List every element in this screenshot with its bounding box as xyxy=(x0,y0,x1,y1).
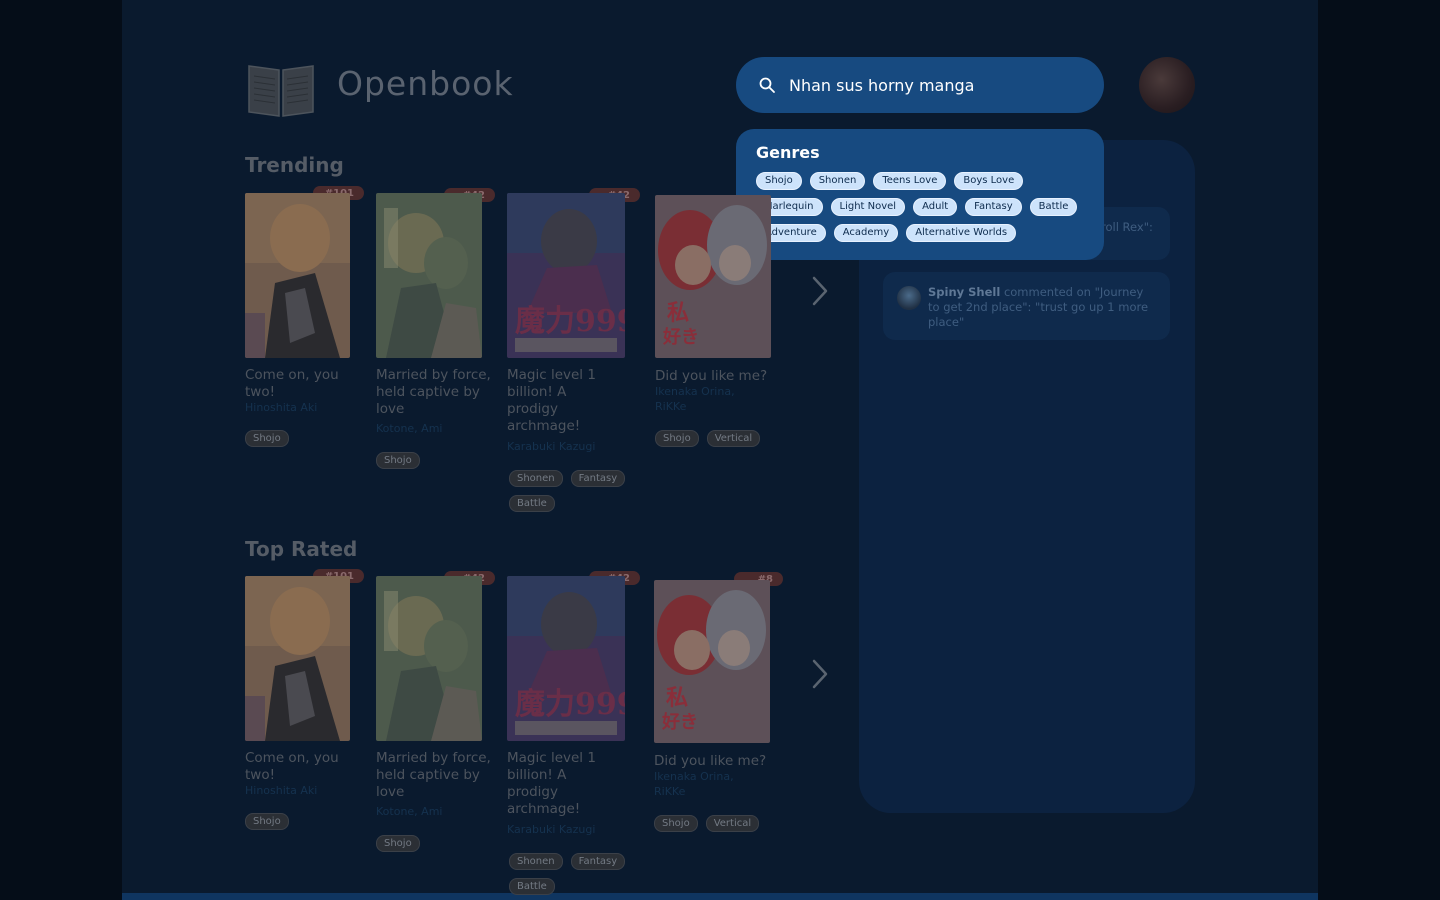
book-cover[interactable]: 私 好き xyxy=(655,195,771,358)
book-card[interactable]: #42 Married by force, held captive by lo… xyxy=(376,568,496,858)
book-tags: Shonen Fantasy Battle xyxy=(509,853,634,895)
book-tags: Shojo xyxy=(376,835,486,852)
search-icon xyxy=(759,77,775,93)
activity-user[interactable]: Spiny Shell xyxy=(928,285,1000,299)
tag[interactable]: Shojo xyxy=(376,835,420,852)
book-card[interactable]: #8 私 好き Did you like me? Ikenaka Orina, … xyxy=(654,568,784,838)
book-author[interactable]: Ikenaka Orina, RiKKe xyxy=(655,384,755,414)
tag[interactable]: Battle xyxy=(509,878,555,895)
book-tags: Shojo Vertical xyxy=(654,815,779,832)
genre-chip[interactable]: Light Novel xyxy=(830,198,906,216)
user-avatar[interactable] xyxy=(1139,57,1195,113)
book-card[interactable]: #42 魔力9999 Magic level 1 billion! A prod… xyxy=(507,568,642,895)
svg-text:魔力9999: 魔力9999 xyxy=(515,304,625,339)
svg-text:私: 私 xyxy=(666,685,688,711)
book-author[interactable]: Kotone, Ami xyxy=(376,804,481,819)
activity-item-text: roll Rex": xyxy=(1101,220,1153,234)
genre-row: Adventure Academy Alternative Worlds xyxy=(756,224,1084,242)
svg-text:好き: 好き xyxy=(661,711,698,733)
svg-text:私: 私 xyxy=(667,300,689,326)
book-author[interactable]: Hinoshita Aki xyxy=(245,400,350,415)
book-author[interactable]: Hinoshita Aki xyxy=(245,783,350,798)
book-title[interactable]: Come on, you two! xyxy=(245,750,350,784)
book-author[interactable]: Karabuki Kazugi xyxy=(507,822,637,837)
tag[interactable]: Battle xyxy=(509,495,555,512)
genres-dropdown: Genres Shojo Shonen Teens Love Boys Love… xyxy=(736,129,1104,260)
book-card[interactable]: #101 Come on, you two! Hinoshita Aki Sho… xyxy=(245,568,365,838)
tag[interactable]: Fantasy xyxy=(570,470,626,487)
tag[interactable]: Vertical xyxy=(705,815,760,832)
genre-chip[interactable]: Battle xyxy=(1029,198,1078,216)
tag[interactable]: Shonen xyxy=(509,470,563,487)
book-cover[interactable]: 私 好き xyxy=(654,580,770,743)
tag[interactable]: Vertical xyxy=(706,430,761,447)
tag[interactable]: Shojo xyxy=(245,430,289,447)
book-card[interactable]: #42 Married by force, held captive by lo… xyxy=(376,185,496,475)
tag[interactable]: Shonen xyxy=(509,853,563,870)
bottom-scroll-bar xyxy=(122,893,1318,900)
tag[interactable]: Fantasy xyxy=(570,853,626,870)
book-cover[interactable] xyxy=(376,576,482,741)
book-card[interactable]: #101 Come on, you two! Hinoshita Aki Sho… xyxy=(245,185,365,455)
book-tags: Shonen Fantasy Battle xyxy=(509,470,634,512)
book-cover[interactable] xyxy=(245,576,350,741)
book-author[interactable]: Karabuki Kazugi xyxy=(507,439,637,454)
book-title[interactable]: Come on, you two! xyxy=(245,367,350,401)
genre-chip[interactable]: Alternative Worlds xyxy=(906,224,1017,242)
book-cover[interactable]: 魔力9999 xyxy=(507,576,625,741)
book-title[interactable]: Magic level 1 billion! A prodigy archmag… xyxy=(507,750,617,818)
search-input[interactable]: Nhan sus horny manga xyxy=(789,76,974,95)
genre-row: Shojo Shonen Teens Love Boys Love xyxy=(756,172,1084,190)
book-card[interactable]: #42 魔力9999 Magic level 1 billion! A prod… xyxy=(507,185,642,515)
section-title-trending: Trending xyxy=(245,153,344,177)
book-cover[interactable] xyxy=(376,193,482,358)
book-cover[interactable]: 魔力9999 xyxy=(507,193,625,358)
genres-heading: Genres xyxy=(756,143,820,162)
book-author[interactable]: Ikenaka Orina, RiKKe xyxy=(654,769,754,799)
book-tags: Shojo xyxy=(376,452,486,469)
genre-chip[interactable]: Boys Love xyxy=(954,172,1024,190)
tag[interactable]: Shojo xyxy=(654,815,698,832)
genre-row: Harlequin Light Novel Adult Fantasy Batt… xyxy=(756,198,1084,216)
book-card[interactable]: 私 好き Did you like me? Ikenaka Orina, RiK… xyxy=(655,185,775,455)
genre-chip[interactable]: Adult xyxy=(913,198,958,216)
genre-chip[interactable]: Academy xyxy=(833,224,899,242)
section-title-top-rated: Top Rated xyxy=(245,537,358,561)
book-title[interactable]: Did you like me? xyxy=(655,368,773,385)
tag[interactable]: Shojo xyxy=(655,430,699,447)
svg-text:魔力9999: 魔力9999 xyxy=(515,687,625,722)
chevron-right-icon[interactable] xyxy=(808,657,832,691)
book-tags: Shojo xyxy=(245,430,355,447)
search-bar[interactable]: Nhan sus horny manga xyxy=(736,57,1104,113)
tag[interactable]: Shojo xyxy=(376,452,420,469)
book-author[interactable]: Kotone, Ami xyxy=(376,421,481,436)
chevron-right-icon[interactable] xyxy=(808,274,832,308)
book-tags: Shojo Vertical xyxy=(655,430,773,447)
book-cover[interactable] xyxy=(245,193,350,358)
genre-chip[interactable]: Teens Love xyxy=(873,172,947,190)
app-name[interactable]: Openbook xyxy=(337,64,514,103)
book-tags: Shojo xyxy=(245,813,355,830)
commenter-avatar xyxy=(897,286,921,310)
genre-chip[interactable]: Shonen xyxy=(809,172,866,190)
genre-chip[interactable]: Fantasy xyxy=(965,198,1022,216)
tag[interactable]: Shojo xyxy=(245,813,289,830)
book-title[interactable]: Did you like me? xyxy=(654,753,779,770)
svg-text:好き: 好き xyxy=(662,326,699,348)
book-title[interactable]: Magic level 1 billion! A prodigy archmag… xyxy=(507,367,617,435)
book-title[interactable]: Married by force, held captive by love xyxy=(376,750,491,801)
activity-item-text: Spiny Shell commented on "Journey to get… xyxy=(928,285,1158,330)
book-logo-icon[interactable] xyxy=(245,60,317,118)
book-title[interactable]: Married by force, held captive by love xyxy=(376,367,491,418)
